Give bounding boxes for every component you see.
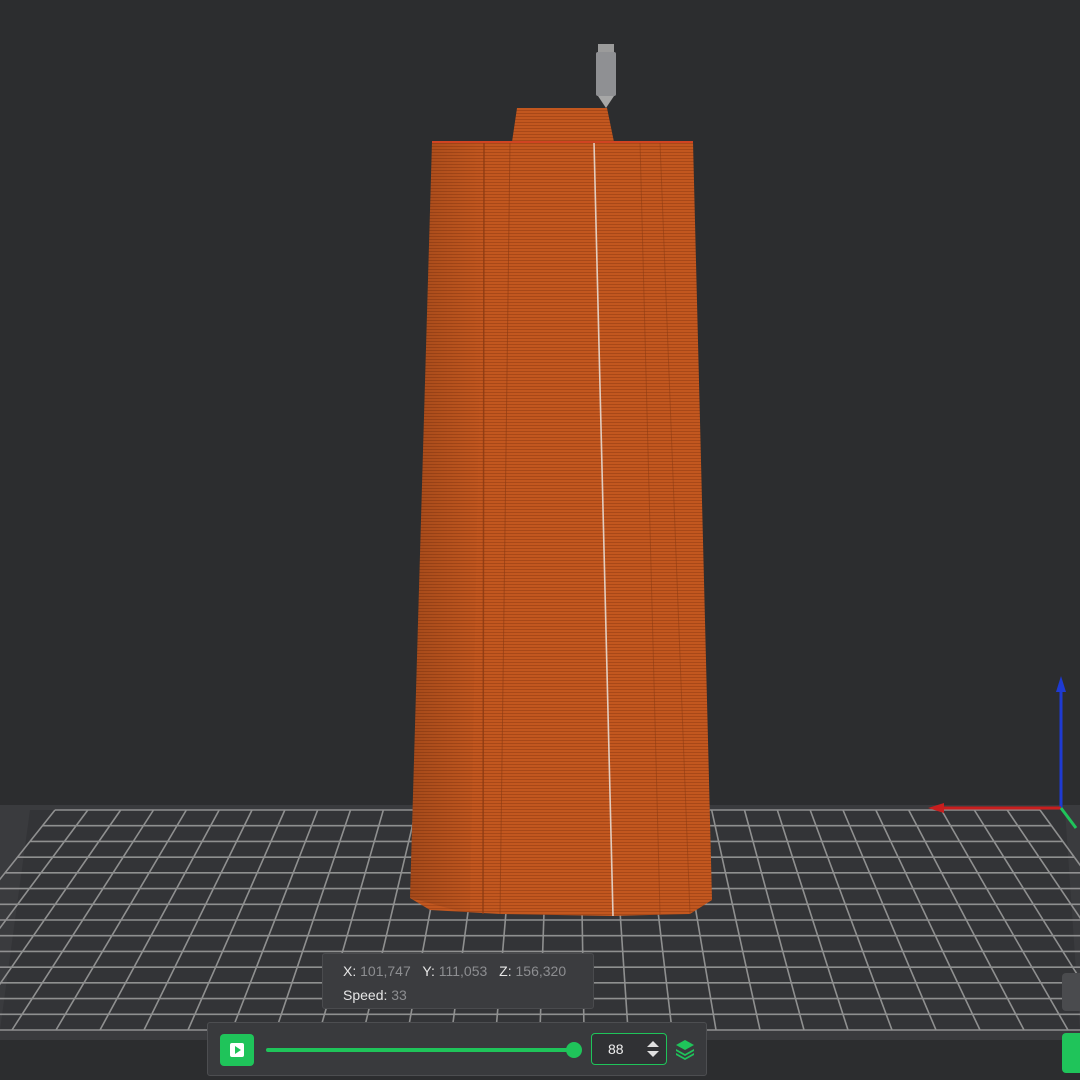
- coordinates-row: X: 101,747 Y: 111,053 Z: 156,320: [343, 962, 593, 986]
- layer-spinbox[interactable]: 88: [591, 1033, 667, 1065]
- speed-label: Speed:: [343, 987, 388, 1003]
- nozzle-icon: [596, 44, 616, 108]
- layers-icon[interactable]: [674, 1038, 696, 1060]
- printed-model[interactable]: [410, 108, 712, 917]
- x-value: 101,747: [360, 963, 411, 979]
- position-info-panel: X: 101,747 Y: 111,053 Z: 156,320 Speed: …: [322, 953, 594, 1009]
- play-button[interactable]: [220, 1034, 254, 1066]
- playback-bar: 88: [207, 1022, 707, 1076]
- side-action-button[interactable]: [1062, 1033, 1080, 1073]
- move-slider-track[interactable]: [266, 1042, 582, 1058]
- spin-arrows-icon[interactable]: [646, 1038, 660, 1060]
- speed-row: Speed: 33: [343, 986, 593, 1010]
- layer-value[interactable]: 88: [608, 1041, 624, 1057]
- model-top-stub: [512, 108, 614, 142]
- y-label: Y:: [422, 963, 435, 979]
- speed-value: 33: [391, 987, 407, 1003]
- z-label: Z:: [499, 963, 512, 979]
- side-panel-button[interactable]: [1062, 973, 1080, 1011]
- move-slider-handle[interactable]: [566, 1042, 582, 1058]
- z-value: 156,320: [515, 963, 567, 979]
- x-label: X:: [343, 963, 357, 979]
- 3d-viewport[interactable]: [0, 0, 1080, 1080]
- y-value: 111,053: [438, 963, 488, 979]
- play-icon: [230, 1043, 244, 1057]
